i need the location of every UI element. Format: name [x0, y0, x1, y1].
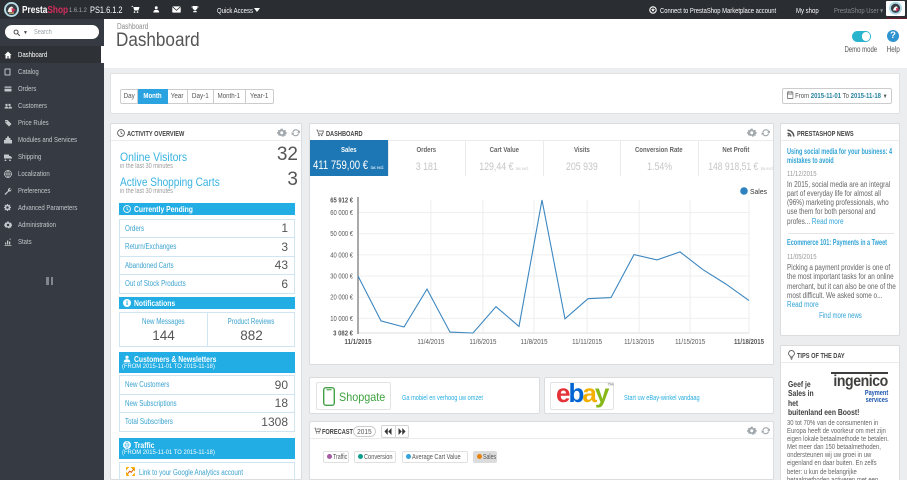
svg-text:65 912 €: 65 912 € — [330, 196, 353, 205]
svg-text:30 000 €: 30 000 € — [330, 272, 353, 281]
svg-text:11/4/2015: 11/4/2015 — [417, 337, 444, 346]
svg-text:11/1/2015: 11/1/2015 — [345, 337, 372, 346]
svg-text:50 000 €: 50 000 € — [330, 229, 353, 238]
svg-text:10 000 €: 10 000 € — [330, 314, 353, 323]
svg-text:11/6/2015: 11/6/2015 — [469, 337, 496, 346]
svg-text:11/8/2015: 11/8/2015 — [521, 337, 548, 346]
svg-text:11/15/2015: 11/15/2015 — [675, 337, 705, 346]
svg-text:Sales: Sales — [750, 187, 767, 196]
svg-text:11/13/2015: 11/13/2015 — [624, 337, 654, 346]
svg-text:11/18/2015: 11/18/2015 — [734, 337, 764, 346]
svg-text:60 000 €: 60 000 € — [330, 208, 353, 217]
svg-text:11/11/2015: 11/11/2015 — [572, 337, 602, 346]
svg-text:20 000 €: 20 000 € — [330, 293, 353, 302]
svg-text:40 000 €: 40 000 € — [330, 250, 353, 259]
